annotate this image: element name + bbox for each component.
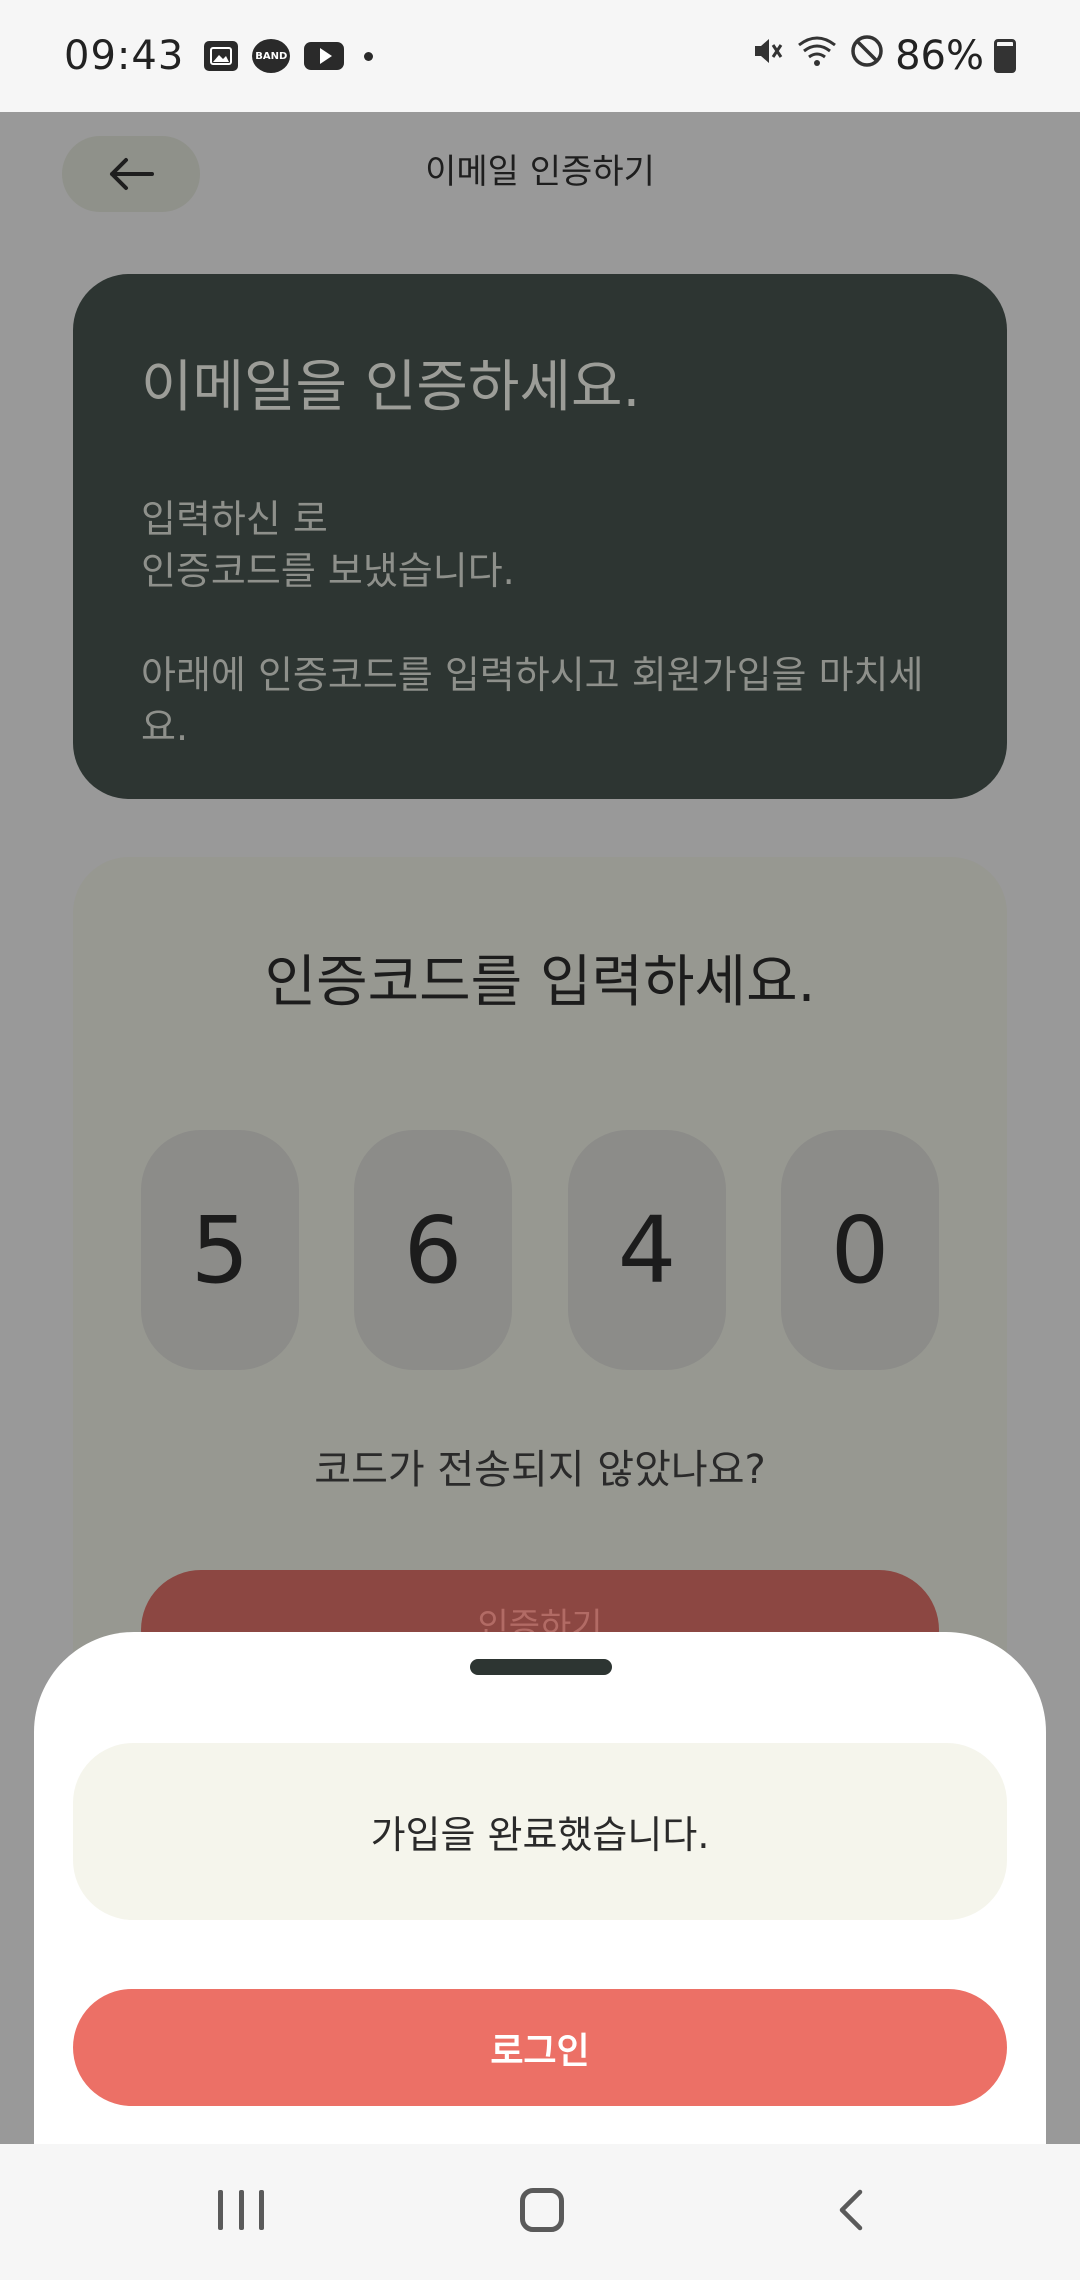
mute-icon [749, 33, 785, 79]
nav-back-icon[interactable] [830, 2188, 874, 2232]
login-button[interactable]: 로그인 [73, 1989, 1007, 2106]
gallery-icon [204, 41, 239, 71]
code-digit-4[interactable]: 0 [781, 1130, 939, 1370]
bottom-sheet: 가입을 완료했습니다. 로그인 [34, 1632, 1046, 2144]
email-info-card: 이메일을 인증하세요. 입력하신 로 인증코드를 보냈습니다. 아래에 인증코드… [73, 274, 1007, 799]
code-title: 인증코드를 입력하세요. [264, 950, 816, 1015]
signup-complete-message: 가입을 완료했습니다. [73, 1743, 1007, 1920]
code-digit-3[interactable]: 4 [568, 1130, 726, 1370]
system-icons: 86% [749, 33, 1016, 79]
battery-percent: 86% [895, 33, 984, 79]
system-nav-bar [0, 2144, 1080, 2280]
band-icon: BAND [252, 39, 291, 73]
resend-code-link[interactable]: 코드가 전송되지 않았나요? [73, 1437, 1007, 1495]
do-not-disturb-icon [849, 33, 885, 79]
info-line-3: 아래에 인증코드를 입력하시고 회원가입을 마치세요. [141, 653, 924, 749]
wifi-icon [795, 33, 839, 79]
code-digit-2[interactable]: 6 [354, 1130, 512, 1370]
info-line-2: 인증코드를 보냈습니다. [141, 549, 515, 593]
battery-charging-icon [994, 39, 1016, 73]
back-button[interactable] [62, 136, 200, 212]
code-digit-1[interactable]: 5 [141, 1130, 299, 1370]
recent-apps-icon[interactable] [218, 2190, 264, 2230]
info-title: 이메일을 인증하세요. [141, 355, 641, 420]
top-app-bar: 이메일 인증하기 [0, 112, 1080, 232]
more-dot-icon [364, 51, 374, 61]
sheet-drag-handle[interactable] [470, 1659, 612, 1675]
arrow-left-icon [110, 158, 154, 190]
youtube-icon [304, 42, 345, 70]
notification-icons: BAND [204, 39, 374, 73]
status-time: 09:43 [64, 33, 185, 79]
home-icon[interactable] [520, 2188, 564, 2232]
info-line-1: 입력하신 로 [141, 497, 328, 541]
status-bar: 09:43 BAND 86% [0, 0, 1080, 112]
